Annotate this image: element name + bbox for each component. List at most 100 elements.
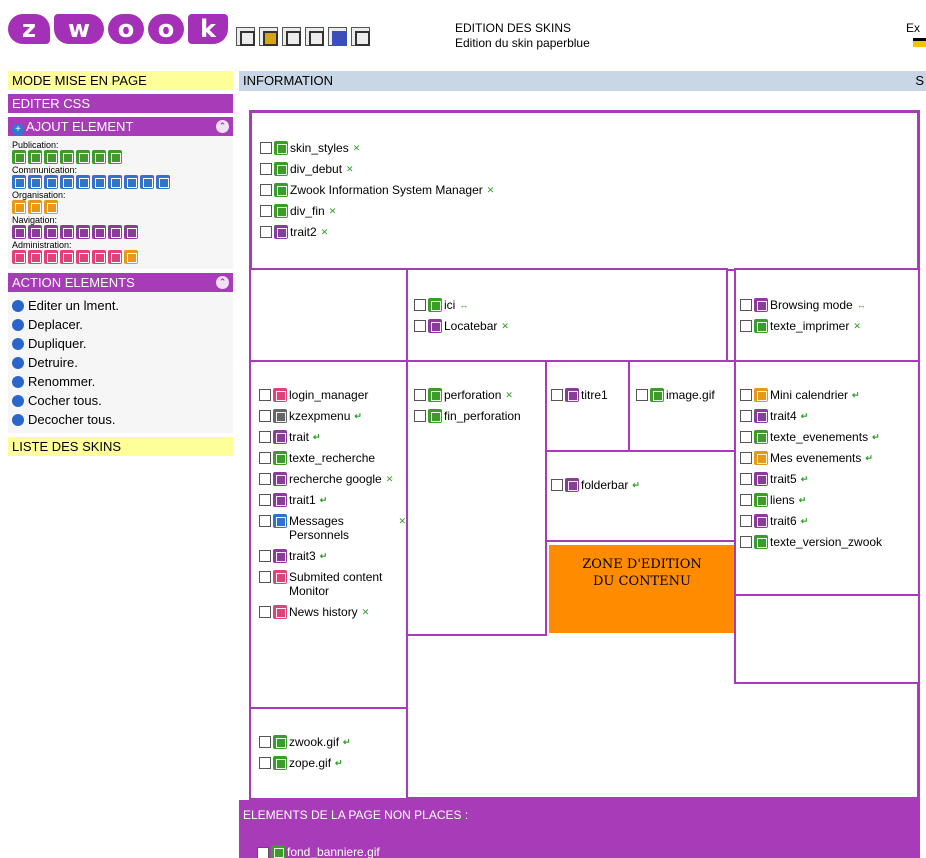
collapse-icon[interactable]: ⌃ [216, 276, 229, 289]
move-icon[interactable]: ↵ [801, 409, 809, 423]
move-icon[interactable]: ↵ [852, 388, 860, 402]
communication-element-icon[interactable] [60, 175, 74, 189]
content-edit-zone[interactable]: ZONE D'EDITION DU CONTENU [549, 545, 735, 633]
communication-element-icon[interactable] [140, 175, 154, 189]
element-row[interactable]: login_manager [259, 388, 406, 402]
remove-icon[interactable]: ✕ [346, 162, 354, 176]
element-row[interactable]: texte_evenements ↵ [740, 430, 918, 444]
element-checkbox[interactable] [259, 736, 271, 748]
move-icon[interactable]: ↵ [799, 493, 807, 507]
publication-element-icon[interactable] [44, 150, 58, 164]
element-checkbox[interactable] [259, 431, 271, 443]
communication-element-icon[interactable] [28, 175, 42, 189]
navigation-element-icon[interactable] [108, 225, 122, 239]
navigation-element-icon[interactable] [92, 225, 106, 239]
element-checkbox[interactable] [257, 846, 269, 858]
element-checkbox[interactable] [551, 389, 563, 401]
help-icon[interactable] [305, 27, 324, 46]
move-icon[interactable]: ↵ [320, 549, 328, 563]
organisation-element-icon[interactable] [44, 200, 58, 214]
administration-element-icon[interactable] [124, 250, 138, 264]
element-row[interactable]: Locatebar ✕ [414, 319, 726, 333]
move-icon[interactable]: ↵ [354, 409, 362, 423]
action-uncheck-all[interactable]: Decocher tous. [12, 410, 229, 429]
element-row[interactable]: trait3 ↵ [259, 549, 406, 563]
remove-icon[interactable]: ✕ [321, 225, 329, 239]
element-row[interactable]: texte_version_zwook [740, 535, 918, 549]
element-row[interactable]: Messages Personnels ✕ [259, 514, 406, 542]
element-row[interactable]: div_debut ✕ [260, 162, 917, 176]
element-checkbox[interactable] [260, 163, 272, 175]
element-row[interactable]: zwook.gif ↵ [259, 735, 406, 749]
publication-element-icon[interactable] [28, 150, 42, 164]
element-row[interactable]: trait2 ✕ [260, 225, 917, 239]
move-icon[interactable]: ↵ [872, 430, 880, 444]
collapse-icon[interactable]: ⌃ [216, 120, 229, 133]
panel-icon[interactable] [259, 27, 278, 46]
action-delete[interactable]: Detruire. [12, 353, 229, 372]
element-checkbox[interactable] [259, 757, 271, 769]
editer-css-link[interactable]: EDITER CSS [8, 94, 233, 113]
element-checkbox[interactable] [259, 452, 271, 464]
element-checkbox[interactable] [740, 410, 752, 422]
administration-element-icon[interactable] [12, 250, 26, 264]
element-checkbox[interactable] [740, 473, 752, 485]
move-icon[interactable]: ↵ [865, 451, 873, 465]
element-checkbox[interactable] [414, 299, 426, 311]
publication-element-icon[interactable] [12, 150, 26, 164]
mode-mise-en-page-link[interactable]: MODE MISE EN PAGE [8, 71, 233, 90]
action-duplicate[interactable]: Dupliquer. [12, 334, 229, 353]
element-row[interactable]: fond_banniere.gif [257, 845, 380, 858]
element-checkbox[interactable] [740, 389, 752, 401]
publication-element-icon[interactable] [60, 150, 74, 164]
move-icon[interactable]: ↔ [459, 298, 468, 312]
organisation-element-icon[interactable] [28, 200, 42, 214]
element-checkbox[interactable] [740, 515, 752, 527]
zwook-logo[interactable]: z w o o k [8, 14, 228, 50]
remove-icon[interactable]: ✕ [505, 388, 513, 402]
element-row[interactable]: perforation ✕ [414, 388, 545, 402]
element-row[interactable]: recherche google ✕ [259, 472, 406, 486]
action-rename[interactable]: Renommer. [12, 372, 229, 391]
eject-icon[interactable] [913, 38, 926, 47]
element-row[interactable]: trait6 ↵ [740, 514, 918, 528]
exit-label[interactable]: Ex [906, 21, 920, 35]
administration-element-icon[interactable] [108, 250, 122, 264]
element-checkbox[interactable] [551, 479, 563, 491]
element-checkbox[interactable] [740, 494, 752, 506]
administration-element-icon[interactable] [44, 250, 58, 264]
publication-element-icon[interactable] [76, 150, 90, 164]
communication-element-icon[interactable] [108, 175, 122, 189]
communication-element-icon[interactable] [124, 175, 138, 189]
bold-text-icon[interactable] [236, 27, 255, 46]
move-icon[interactable]: ↵ [801, 514, 809, 528]
element-row[interactable]: ici ↔ [414, 298, 726, 312]
navigation-element-icon[interactable] [124, 225, 138, 239]
publication-element-icon[interactable] [108, 150, 122, 164]
administration-element-icon[interactable] [92, 250, 106, 264]
element-checkbox[interactable] [260, 205, 272, 217]
element-row[interactable]: image.gif [636, 388, 735, 402]
move-icon[interactable]: ↵ [343, 735, 351, 749]
element-row[interactable]: trait5 ↵ [740, 472, 918, 486]
element-row[interactable]: kzexpmenu ↵ [259, 409, 406, 423]
z-icon[interactable] [351, 27, 370, 46]
action-elements-header[interactable]: ACTION ELEMENTS ⌃ [8, 273, 233, 292]
element-checkbox[interactable] [259, 473, 271, 485]
ajout-element-header[interactable]: + AJOUT ELEMENT ⌃ [8, 117, 233, 136]
move-icon[interactable]: ↵ [801, 472, 809, 486]
element-checkbox[interactable] [259, 494, 271, 506]
move-icon[interactable]: ↵ [335, 756, 343, 770]
remove-icon[interactable]: ✕ [853, 319, 861, 333]
element-row[interactable]: texte_recherche [259, 451, 406, 465]
element-row[interactable]: liens ↵ [740, 493, 918, 507]
communication-element-icon[interactable] [44, 175, 58, 189]
move-icon[interactable]: ↵ [632, 478, 640, 492]
navigation-element-icon[interactable] [12, 225, 26, 239]
publication-element-icon[interactable] [92, 150, 106, 164]
element-row[interactable]: titre1 [551, 388, 628, 402]
element-row[interactable]: div_fin ✕ [260, 204, 917, 218]
liste-des-skins-link[interactable]: LISTE DES SKINS [8, 437, 233, 456]
element-checkbox[interactable] [740, 452, 752, 464]
element-checkbox[interactable] [740, 536, 752, 548]
